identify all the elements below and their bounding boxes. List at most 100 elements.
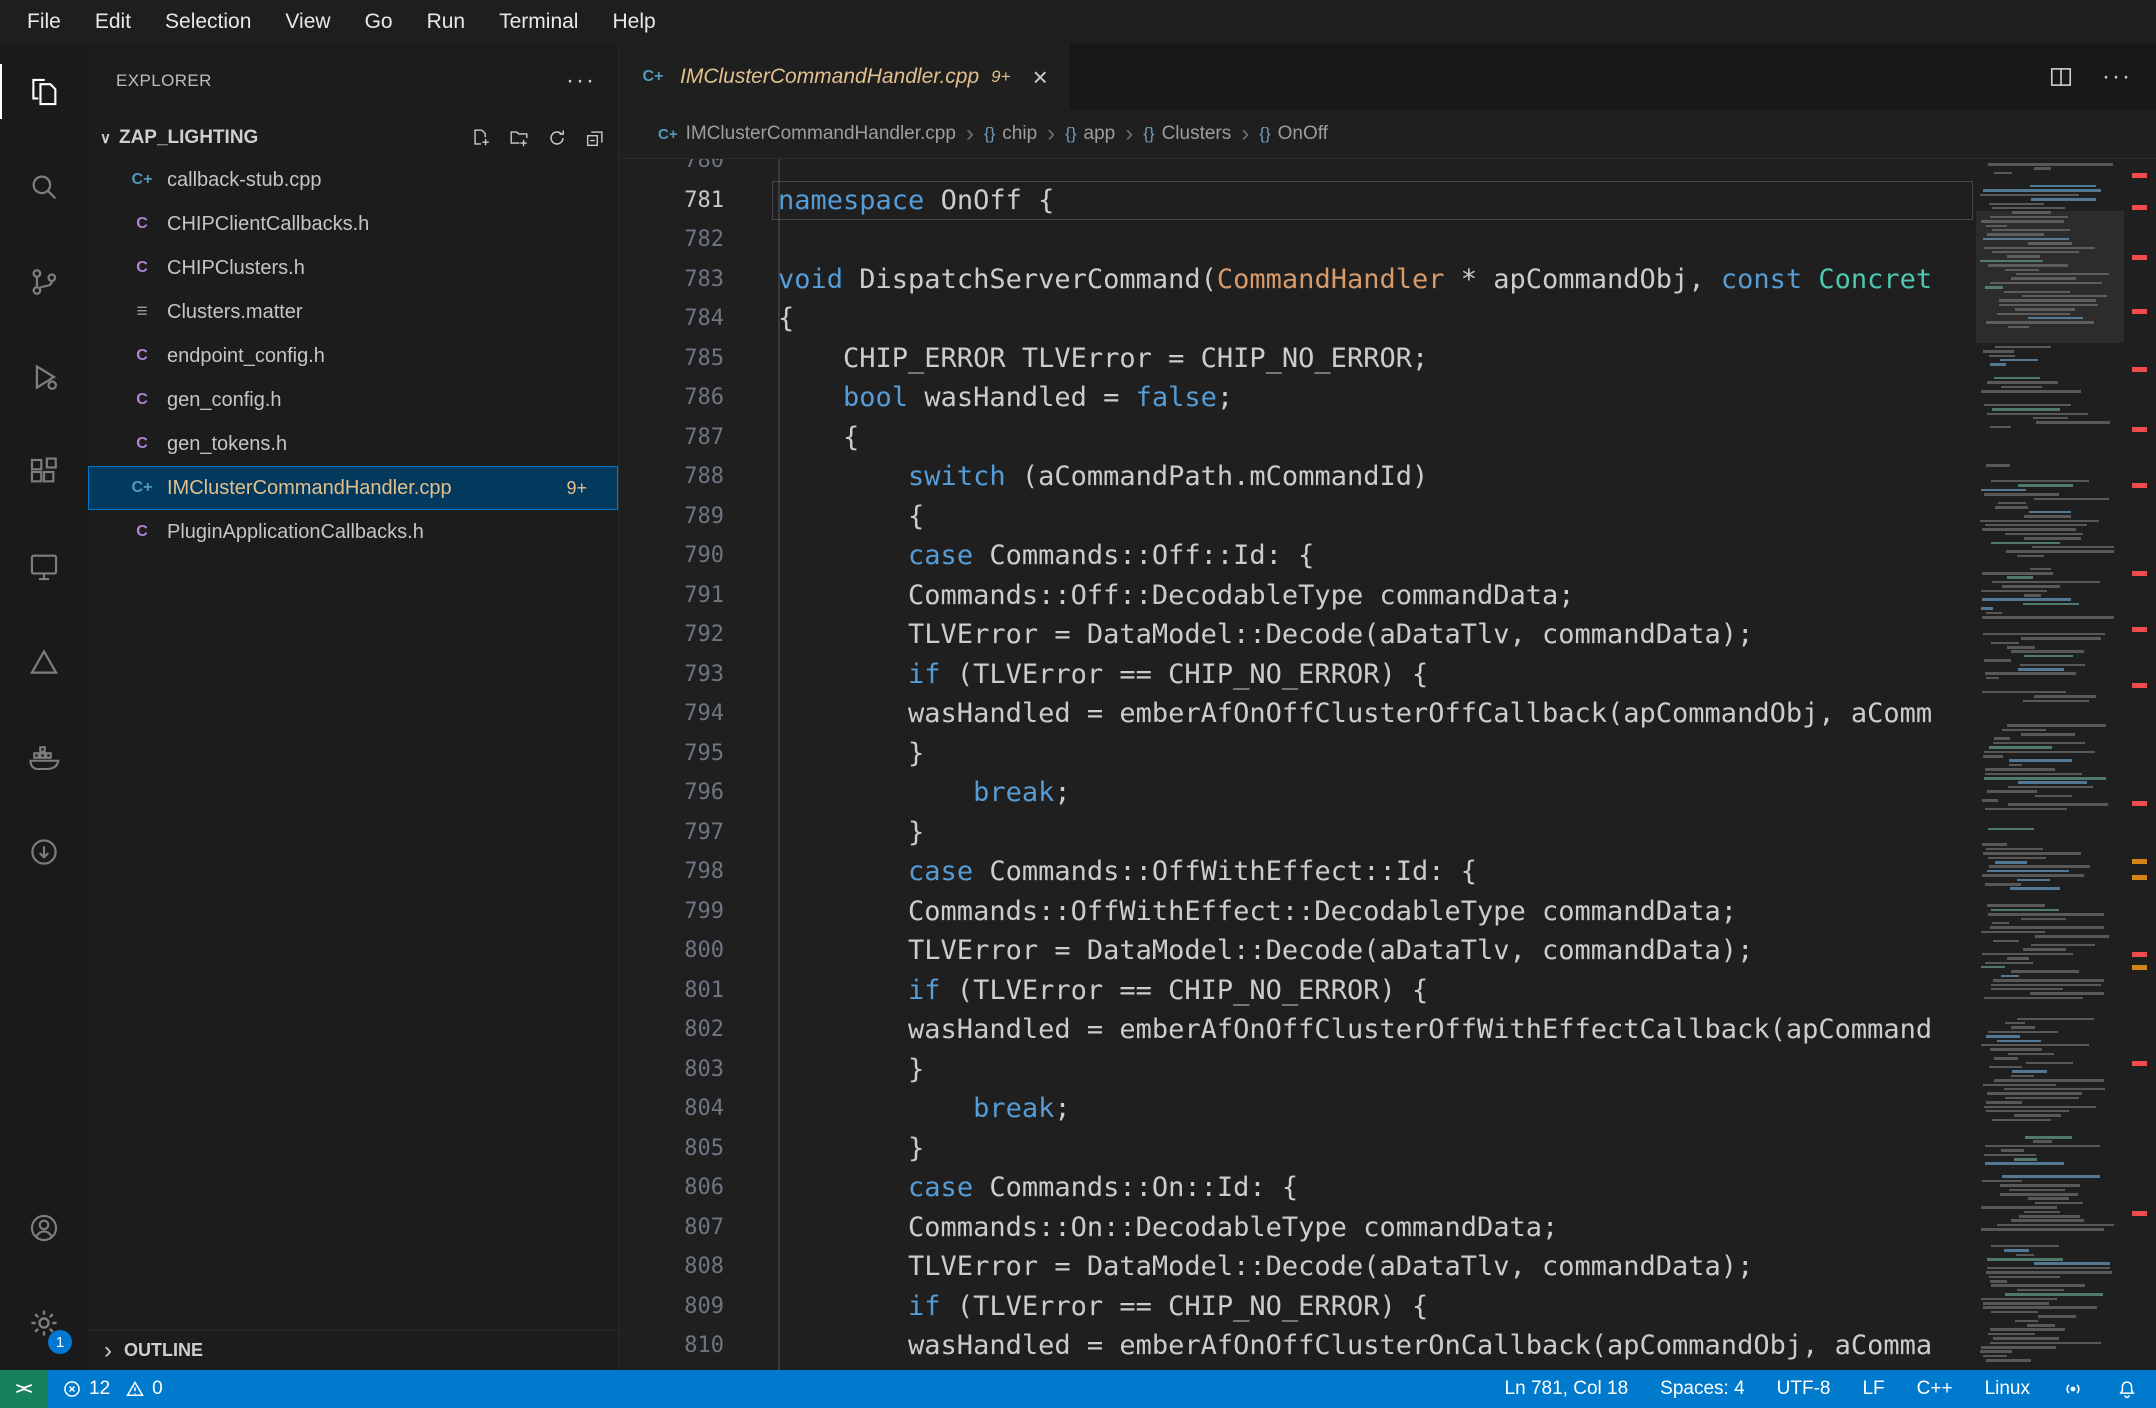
run-debug-icon[interactable]	[0, 329, 88, 424]
line-text: wasHandled = emberAfOnOffClusterOffWithE…	[778, 1014, 1933, 1046]
h-file-icon: C	[136, 391, 148, 408]
file-gen_tokens.h[interactable]: Cgen_tokens.h	[88, 422, 618, 466]
code-line-805[interactable]: 805 }	[620, 1129, 1976, 1169]
menu-edit[interactable]: Edit	[78, 0, 148, 44]
tab-imclustercommandhandler[interactable]: C+ IMClusterCommandHandler.cpp 9+ ×	[620, 44, 1069, 110]
indentation-setting[interactable]: Spaces: 4	[1660, 1378, 1745, 1400]
docker-icon[interactable]	[0, 709, 88, 804]
code-line-786[interactable]: 786 bool wasHandled = false;	[620, 378, 1976, 418]
overview-ruler[interactable]	[2124, 159, 2156, 1370]
line-number: 787	[684, 424, 724, 450]
minimap[interactable]	[1976, 159, 2124, 1370]
breadcrumb-chip[interactable]: {} chip	[984, 123, 1037, 145]
extensions-icon[interactable]	[0, 424, 88, 519]
code-line-802[interactable]: 802 wasHandled = emberAfOnOffClusterOffW…	[620, 1010, 1976, 1050]
code-line-790[interactable]: 790 case Commands::Off::Id: {	[620, 536, 1976, 576]
file-CHIPClusters.h[interactable]: C CHIPClusters.h	[88, 246, 618, 290]
code-line-787[interactable]: 787 {	[620, 418, 1976, 458]
menu-view[interactable]: View	[268, 0, 347, 44]
source-control-icon[interactable]	[0, 234, 88, 329]
line-number: 781	[684, 187, 724, 213]
close-icon[interactable]: ×	[1033, 64, 1048, 90]
remote-indicator[interactable]: ><	[0, 1370, 48, 1408]
file-gen_config.h[interactable]: Cgen_config.h	[88, 378, 618, 422]
code-line-784[interactable]: 784 {	[620, 299, 1976, 339]
account-icon[interactable]	[0, 1180, 88, 1275]
encoding-setting[interactable]: UTF-8	[1777, 1378, 1831, 1400]
menu-selection[interactable]: Selection	[148, 0, 268, 44]
breadcrumb-app[interactable]: {} app	[1065, 123, 1115, 145]
explorer-more-icon[interactable]: ···	[566, 69, 596, 93]
menu-terminal[interactable]: Terminal	[482, 0, 595, 44]
search-icon[interactable]	[0, 139, 88, 234]
file-IMClusterCommandHandler.cpp[interactable]: C+ IMClusterCommandHandler.cpp 9+	[88, 466, 618, 510]
eol-setting[interactable]: LF	[1862, 1378, 1884, 1400]
file-PluginApplicationCallbacks.h[interactable]: C PluginApplicationCallbacks.h	[88, 510, 618, 554]
code-line-780[interactable]: 780	[620, 159, 1976, 181]
line-text: case Commands::OffWithEffect::Id: {	[908, 856, 1477, 888]
remote-explorer-icon[interactable]	[0, 519, 88, 614]
code-line-807[interactable]: 807 Commands::On::DecodableType commandD…	[620, 1208, 1976, 1248]
line-number: 794	[684, 701, 724, 727]
new-folder-icon[interactable]	[508, 127, 530, 149]
code-line-794[interactable]: 794 wasHandled = emberAfOnOffClusterOffC…	[620, 694, 1976, 734]
code-line-810[interactable]: 810 wasHandled = emberAfOnOffClusterOnCa…	[620, 1326, 1976, 1366]
code-line-789[interactable]: 789 {	[620, 497, 1976, 537]
code-line-791[interactable]: 791 Commands::Off::DecodableType command…	[620, 576, 1976, 616]
error-mark	[2132, 483, 2147, 488]
folder-section-header[interactable]: ∨ ZAP_LIGHTING	[88, 118, 618, 158]
breadcrumb-imclustercommandhandler.cpp[interactable]: C+ IMClusterCommandHandler.cpp	[658, 123, 956, 145]
language-mode[interactable]: C++	[1917, 1378, 1953, 1400]
cursor-position[interactable]: Ln 781, Col 18	[1505, 1378, 1629, 1400]
bell-icon[interactable]	[2116, 1378, 2138, 1400]
triangle-icon[interactable]	[0, 614, 88, 709]
split-editor-icon[interactable]	[2048, 64, 2074, 90]
breadcrumb-clusters[interactable]: {} Clusters	[1143, 123, 1231, 145]
circle-arrow-icon[interactable]	[0, 804, 88, 899]
file-callback-stub.cpp[interactable]: C+ callback-stub.cpp	[88, 158, 618, 202]
outline-section[interactable]: › OUTLINE	[88, 1330, 618, 1370]
error-mark	[2132, 309, 2147, 314]
sidebar-title: EXPLORER	[116, 71, 212, 90]
collapse-folders-icon[interactable]	[584, 127, 606, 149]
code-line-797[interactable]: 797 }	[620, 813, 1976, 853]
code-line-798[interactable]: 798 case Commands::OffWithEffect::Id: {	[620, 852, 1976, 892]
code-line-806[interactable]: 806 case Commands::On::Id: {	[620, 1168, 1976, 1208]
code-line-793[interactable]: 793 if (TLVError == CHIP_NO_ERROR) {	[620, 655, 1976, 695]
menu-help[interactable]: Help	[595, 0, 672, 44]
remote-os[interactable]: Linux	[1985, 1378, 2030, 1400]
code-line-782[interactable]: 782	[620, 220, 1976, 260]
refresh-icon[interactable]	[546, 127, 568, 149]
code-line-796[interactable]: 796 break;	[620, 773, 1976, 813]
matter-file-icon: ≡	[136, 301, 148, 322]
code-line-799[interactable]: 799 Commands::OffWithEffect::DecodableTy…	[620, 892, 1976, 932]
code-line-809[interactable]: 809 if (TLVError == CHIP_NO_ERROR) {	[620, 1287, 1976, 1327]
code-line-788[interactable]: 788 switch (aCommandPath.mCommandId)	[620, 457, 1976, 497]
broadcast-icon[interactable]	[2062, 1378, 2084, 1400]
breadcrumb-onoff[interactable]: {} OnOff	[1259, 123, 1328, 145]
file-endpoint_config.h[interactable]: Cendpoint_config.h	[88, 334, 618, 378]
new-file-icon[interactable]	[470, 127, 492, 149]
minimap-viewport[interactable]	[1976, 211, 2124, 343]
file-Clusters.matter[interactable]: ≡ Clusters.matter	[88, 290, 618, 334]
menu-run[interactable]: Run	[410, 0, 483, 44]
code-line-800[interactable]: 800 TLVError = DataModel::Decode(aDataTl…	[620, 931, 1976, 971]
code-line-795[interactable]: 795 }	[620, 734, 1976, 774]
line-number: 809	[684, 1293, 724, 1319]
code-line-808[interactable]: 808 TLVError = DataModel::Decode(aDataTl…	[620, 1247, 1976, 1287]
code-line-783[interactable]: 783 void DispatchServerCommand(CommandHan…	[620, 260, 1976, 300]
file-CHIPClientCallbacks.h[interactable]: C CHIPClientCallbacks.h	[88, 202, 618, 246]
explorer-icon[interactable]	[0, 44, 88, 139]
problems-status[interactable]: 12 0	[62, 1378, 163, 1400]
code-line-803[interactable]: 803 }	[620, 1050, 1976, 1090]
settings-gear-icon[interactable]: 1	[0, 1275, 88, 1370]
code-line-785[interactable]: 785 CHIP_ERROR TLVError = CHIP_NO_ERROR;	[620, 339, 1976, 379]
menu-file[interactable]: File	[10, 0, 78, 44]
code-line-792[interactable]: 792 TLVError = DataModel::Decode(aDataTl…	[620, 615, 1976, 655]
menu-go[interactable]: Go	[348, 0, 410, 44]
code-line-801[interactable]: 801 if (TLVError == CHIP_NO_ERROR) {	[620, 971, 1976, 1011]
code-line-781[interactable]: 781 namespace OnOff {	[620, 180, 1976, 221]
code-editor[interactable]: 780 781 namespace OnOff {782 783 void Dispat…	[620, 159, 1976, 1370]
code-line-804[interactable]: 804 break;	[620, 1089, 1976, 1129]
editor-more-icon[interactable]: ···	[2102, 65, 2132, 89]
